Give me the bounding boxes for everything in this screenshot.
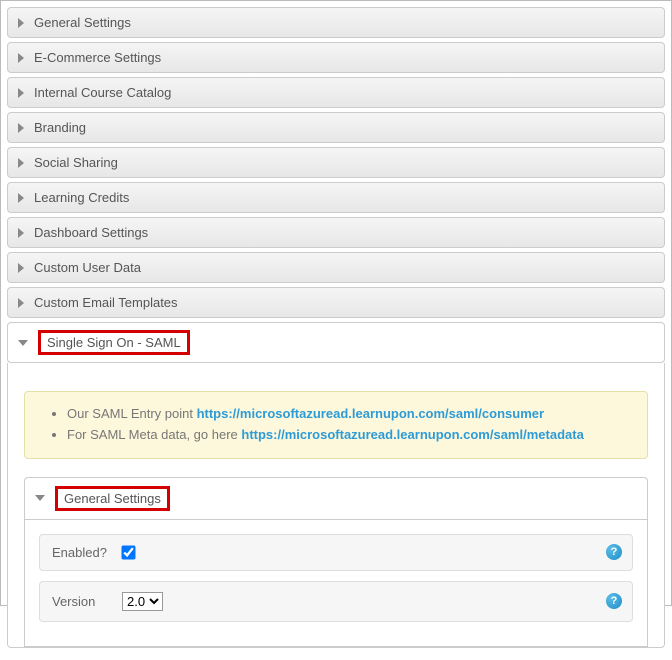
acc-custom-user-data[interactable]: Custom User Data bbox=[7, 252, 665, 283]
acc-label: Social Sharing bbox=[34, 155, 118, 170]
chevron-right-icon bbox=[18, 298, 24, 308]
acc-learning-credits[interactable]: Learning Credits bbox=[7, 182, 665, 213]
highlight-annotation: General Settings bbox=[55, 486, 170, 511]
chevron-down-icon bbox=[35, 495, 45, 501]
saml-general-settings-section: General Settings Enabled? ? Version 2.0 … bbox=[24, 477, 648, 647]
saml-entry-point-link[interactable]: https://microsoftazuread.learnupon.com/s… bbox=[197, 406, 544, 421]
info-text: For SAML Meta data, go here bbox=[67, 427, 241, 442]
chevron-right-icon bbox=[18, 158, 24, 168]
chevron-right-icon bbox=[18, 193, 24, 203]
acc-dashboard-settings[interactable]: Dashboard Settings bbox=[7, 217, 665, 248]
help-icon[interactable]: ? bbox=[606, 593, 622, 609]
saml-metadata-link[interactable]: https://microsoftazuread.learnupon.com/s… bbox=[241, 427, 583, 442]
acc-general-settings[interactable]: General Settings bbox=[7, 7, 665, 38]
acc-ecommerce-settings[interactable]: E-Commerce Settings bbox=[7, 42, 665, 73]
chevron-right-icon bbox=[18, 123, 24, 133]
saml-panel-body: Our SAML Entry point https://microsoftaz… bbox=[7, 363, 665, 648]
acc-label: Single Sign On - SAML bbox=[47, 335, 181, 350]
acc-internal-course-catalog[interactable]: Internal Course Catalog bbox=[7, 77, 665, 108]
acc-label: Dashboard Settings bbox=[34, 225, 148, 240]
chevron-down-icon bbox=[18, 340, 28, 346]
acc-label: Custom Email Templates bbox=[34, 295, 178, 310]
acc-label: General Settings bbox=[34, 15, 131, 30]
acc-label: Learning Credits bbox=[34, 190, 129, 205]
acc-social-sharing[interactable]: Social Sharing bbox=[7, 147, 665, 178]
chevron-right-icon bbox=[18, 263, 24, 273]
saml-general-settings-header[interactable]: General Settings bbox=[24, 477, 648, 520]
acc-label: Custom User Data bbox=[34, 260, 141, 275]
acc-custom-email-templates[interactable]: Custom Email Templates bbox=[7, 287, 665, 318]
version-label: Version bbox=[52, 594, 112, 609]
acc-label: E-Commerce Settings bbox=[34, 50, 161, 65]
saml-metadata-line: For SAML Meta data, go here https://micr… bbox=[67, 425, 633, 446]
chevron-right-icon bbox=[18, 53, 24, 63]
chevron-right-icon bbox=[18, 18, 24, 28]
chevron-right-icon bbox=[18, 88, 24, 98]
enabled-checkbox[interactable] bbox=[121, 545, 135, 559]
info-text: Our SAML Entry point bbox=[67, 406, 197, 421]
highlight-annotation: Single Sign On - SAML bbox=[38, 330, 190, 355]
field-version: Version 2.0 ? bbox=[39, 581, 633, 622]
saml-info-box: Our SAML Entry point https://microsoftaz… bbox=[24, 391, 648, 459]
enabled-label: Enabled? bbox=[52, 545, 112, 560]
field-enabled: Enabled? ? bbox=[39, 534, 633, 571]
acc-branding[interactable]: Branding bbox=[7, 112, 665, 143]
version-select[interactable]: 2.0 bbox=[122, 592, 163, 611]
sub-acc-label: General Settings bbox=[64, 491, 161, 506]
saml-entry-point-line: Our SAML Entry point https://microsoftaz… bbox=[67, 404, 633, 425]
acc-single-sign-on-saml[interactable]: Single Sign On - SAML bbox=[7, 322, 665, 363]
help-icon[interactable]: ? bbox=[606, 544, 622, 560]
acc-label: Branding bbox=[34, 120, 86, 135]
saml-general-settings-body: Enabled? ? Version 2.0 ? bbox=[24, 520, 648, 647]
acc-label: Internal Course Catalog bbox=[34, 85, 171, 100]
chevron-right-icon bbox=[18, 228, 24, 238]
settings-accordion: General Settings E-Commerce Settings Int… bbox=[1, 1, 671, 660]
